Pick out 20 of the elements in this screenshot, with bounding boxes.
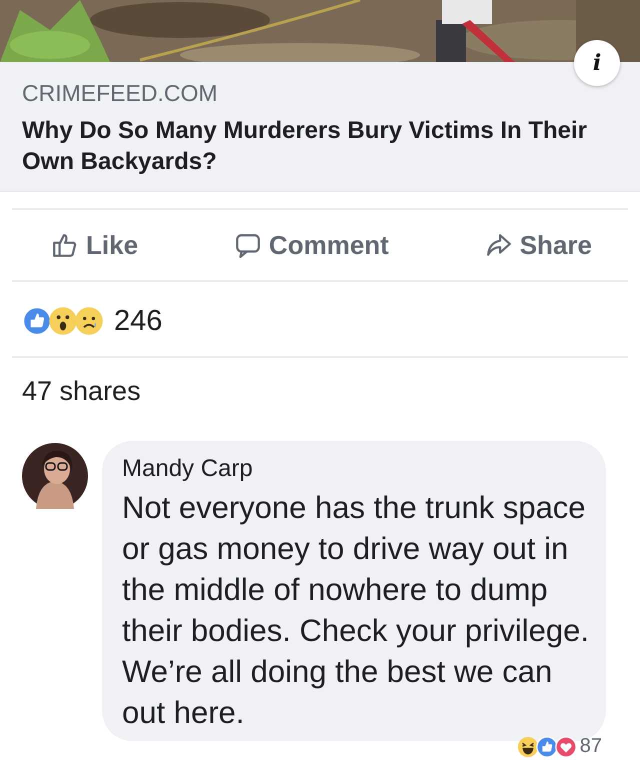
headline: Why Do So Many Murderers Bury Victims In Their Own Backyards?: [22, 116, 588, 177]
reaction-count: 246: [114, 304, 162, 338]
speech-bubble-icon: [234, 232, 261, 258]
source-domain: CRIMEFEED.COM: [22, 80, 218, 107]
reaction-count: 87: [580, 735, 602, 758]
laughing-face-icon: [516, 736, 539, 758]
comment-text: Not everyone has the trunk space or gas money to drive way out in the middle of nowhere to dump their bodies. Check your privilege. We’re all doing the best we can out here.: [122, 489, 590, 732]
avatar: [22, 443, 88, 509]
thumbs-up-icon: [52, 232, 78, 258]
author-name[interactable]: Mandy Carp: [122, 455, 592, 483]
surprised-face-icon: [48, 306, 78, 336]
heart-reaction-icon: [554, 736, 577, 758]
share-count[interactable]: 47 shares: [0, 358, 640, 441]
like-reaction-icon: [22, 306, 52, 336]
sad-face-icon: [74, 306, 104, 336]
share-arrow-icon: [486, 232, 512, 258]
action-button[interactable]: Like: [48, 226, 142, 264]
like-reaction-icon: [536, 736, 558, 758]
action-button[interactable]: Share: [482, 226, 596, 264]
action-button[interactable]: Comment: [230, 226, 393, 264]
